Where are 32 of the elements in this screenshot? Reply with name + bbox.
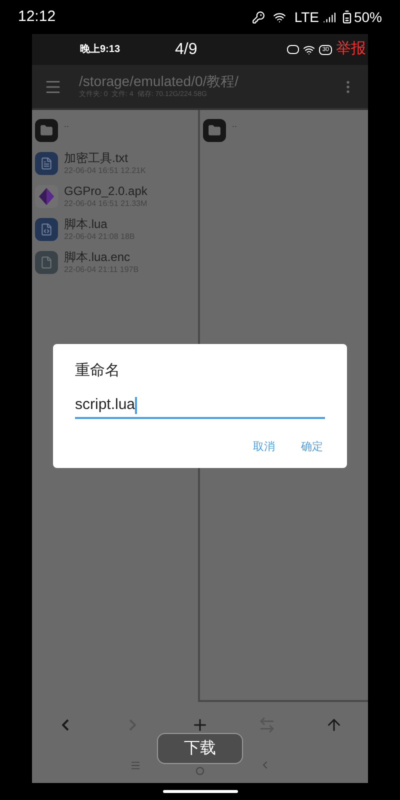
report-link[interactable]: 举报 [336, 38, 366, 61]
signal-icon [322, 10, 336, 24]
wifi-icon [303, 44, 316, 56]
dialog-button[interactable]: 取消 [253, 438, 275, 455]
document-icon [35, 152, 58, 175]
key-icon [252, 10, 266, 24]
file-name[interactable]: .. [64, 118, 70, 130]
battery-level: 50% [354, 8, 382, 26]
menu-icon[interactable] [130, 760, 140, 770]
home-icon[interactable] [196, 767, 204, 775]
folder-icon [35, 119, 58, 142]
file-name[interactable]: 加密工具.txt [64, 151, 146, 166]
code-file-icon [35, 218, 58, 241]
folder-icon [203, 119, 226, 142]
home-indicator[interactable] [162, 790, 238, 793]
name-input[interactable]: script.lua [75, 394, 325, 418]
dialog-button[interactable]: 确定 [301, 438, 323, 455]
file-name[interactable]: .. [232, 118, 238, 130]
network-type: LTE [294, 8, 319, 26]
chevron-left-icon [62, 718, 70, 730]
clock: 12:12 [18, 6, 56, 27]
file-icon [35, 251, 58, 274]
dialog-title: 重命名 [75, 361, 121, 381]
file-name[interactable]: GGPro_2.0.apk [64, 184, 148, 199]
folder-path: /storage/emulated/0/教程/ [79, 73, 240, 90]
hotspot-icon [273, 10, 286, 24]
file-name[interactable]: 脚本.lua.enc [64, 250, 139, 265]
page-counter: 4/9 [175, 40, 198, 60]
app-icon [35, 185, 58, 208]
download-button[interactable]: 下载 [157, 733, 243, 764]
clock: 晚上9:13 [80, 42, 120, 57]
file-name[interactable]: 脚本.lua [64, 217, 135, 232]
